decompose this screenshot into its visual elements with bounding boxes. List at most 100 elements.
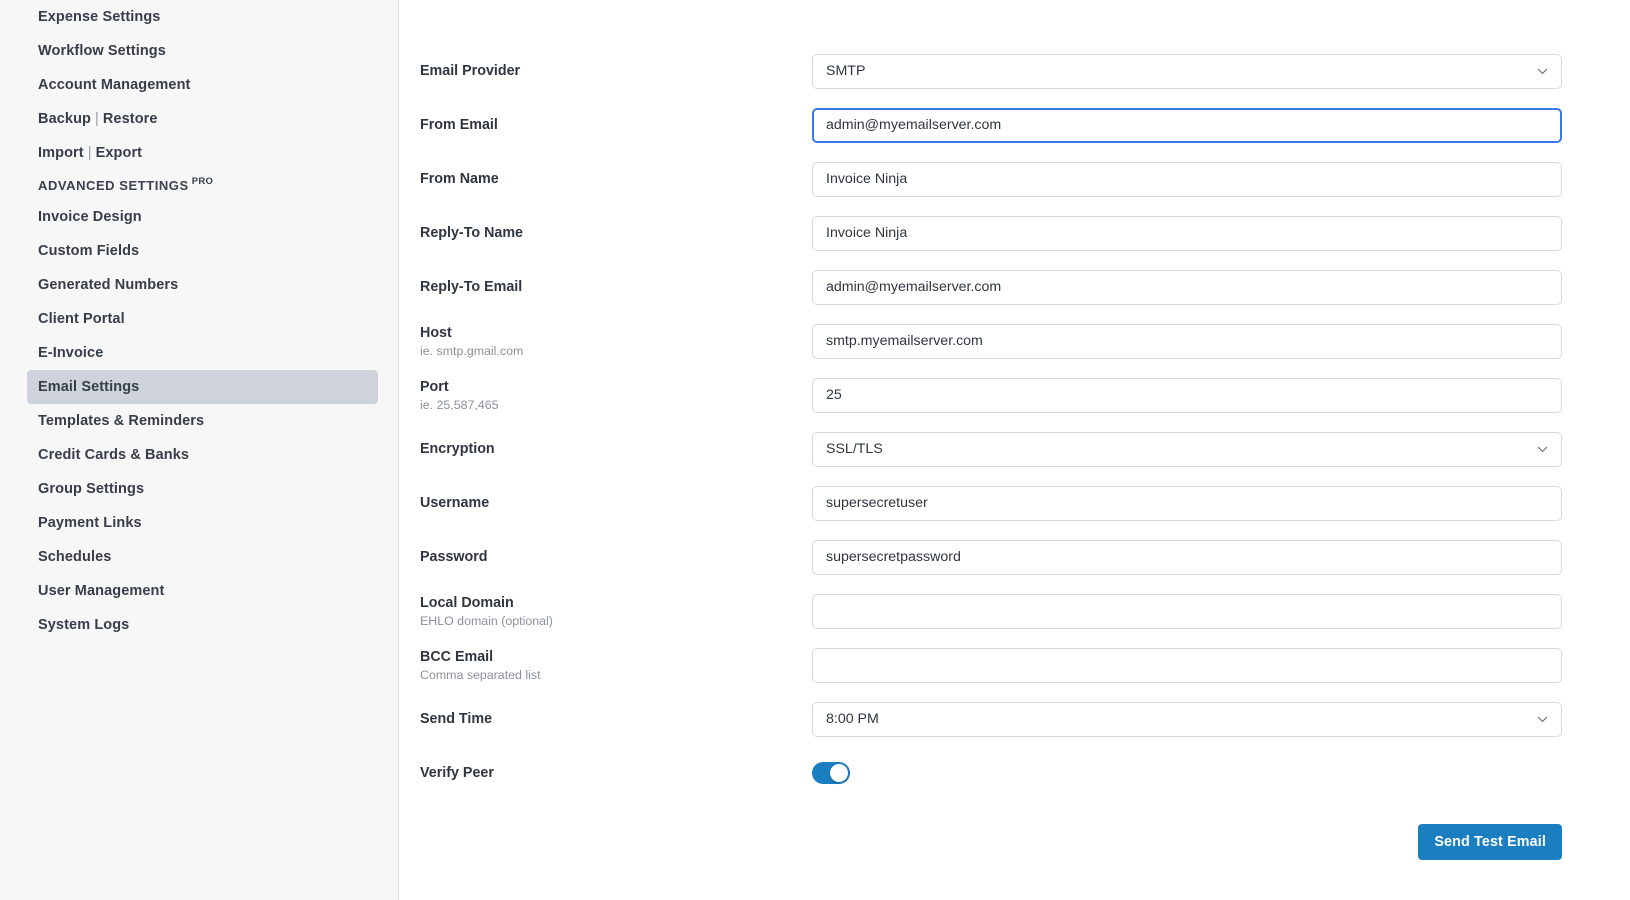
sidebar-item-expense-settings[interactable]: Expense Settings <box>27 0 378 34</box>
sidebar-item-client-portal[interactable]: Client Portal <box>27 302 378 336</box>
field-label: Encryption <box>420 440 796 458</box>
sidebar-item-label: Schedules <box>38 549 111 565</box>
app-root: Expense Settings Workflow Settings Account… <box>0 0 1630 900</box>
field-label: Reply-To Name <box>420 224 796 242</box>
sidebar-item-label: Backup|Restore <box>38 111 158 127</box>
password-input[interactable]: supersecretpassword <box>812 540 1562 575</box>
sidebar-item-e-invoice[interactable]: E-Invoice <box>27 336 378 370</box>
sidebar-item-custom-fields[interactable]: Custom Fields <box>27 234 378 268</box>
chevron-down-icon <box>1536 65 1549 78</box>
chevron-down-icon <box>1536 443 1549 456</box>
field-label-group: Email Provider <box>420 62 812 80</box>
from-name-input[interactable]: Invoice Ninja <box>812 162 1562 197</box>
sidebar-item-label: User Management <box>38 583 164 599</box>
sidebar-item-label: Generated Numbers <box>38 277 178 293</box>
pro-badge: PRO <box>192 176 214 187</box>
field-value: supersecretuser <box>826 495 928 511</box>
field-help-text: EHLO domain (optional) <box>420 613 796 629</box>
local-domain-input[interactable] <box>812 594 1562 629</box>
form-row-send-time: Send Time 8:00 PM <box>399 692 1630 746</box>
field-help-text: ie. smtp.gmail.com <box>420 343 796 359</box>
field-control: supersecretuser <box>812 486 1562 521</box>
field-value: 8:00 PM <box>826 711 879 727</box>
sidebar-item-label: Expense Settings <box>38 9 160 25</box>
sidebar-item-invoice-design[interactable]: Invoice Design <box>27 200 378 234</box>
field-label: Port <box>420 378 796 396</box>
field-control: smtp.myemailserver.com <box>812 324 1562 359</box>
field-label: Reply-To Email <box>420 278 796 296</box>
sidebar-item-generated-numbers[interactable]: Generated Numbers <box>27 268 378 302</box>
sidebar-item-credit-cards-banks[interactable]: Credit Cards & Banks <box>27 438 378 472</box>
chevron-down-icon <box>1536 713 1549 726</box>
sidebar-item-user-management[interactable]: User Management <box>27 574 378 608</box>
send-time-select[interactable]: 8:00 PM <box>812 702 1562 737</box>
field-value: admin@myemailserver.com <box>826 117 1001 133</box>
sidebar-top-group: Expense Settings Workflow Settings Account… <box>0 0 398 170</box>
send-test-email-button[interactable]: Send Test Email <box>1418 824 1562 860</box>
field-value: SSL/TLS <box>826 441 883 457</box>
toggle-knob <box>830 764 848 782</box>
form-row-password: Password supersecretpassword <box>399 530 1630 584</box>
field-label-group: Portie. 25,587,465 <box>420 378 812 413</box>
reply-to-email-input[interactable]: admin@myemailserver.com <box>812 270 1562 305</box>
field-control <box>812 594 1562 629</box>
sidebar-item-schedules[interactable]: Schedules <box>27 540 378 574</box>
sidebar-item-label: Custom Fields <box>38 243 139 259</box>
field-value: Invoice Ninja <box>826 225 907 241</box>
sidebar-item-system-logs[interactable]: System Logs <box>27 608 378 642</box>
form-row-verify-peer: Verify Peer <box>399 746 1630 800</box>
sidebar-item-label: Templates & Reminders <box>38 413 204 429</box>
form-row-bcc-email: BCC EmailComma separated list <box>399 638 1630 692</box>
sidebar-item-label: Workflow Settings <box>38 43 166 59</box>
field-control: admin@myemailserver.com <box>812 270 1562 305</box>
field-label: Password <box>420 548 796 566</box>
from-email-input[interactable]: admin@myemailserver.com <box>812 108 1562 143</box>
sidebar-item-label: Client Portal <box>38 311 125 327</box>
port-input[interactable]: 25 <box>812 378 1562 413</box>
separator-pipe: | <box>91 111 103 127</box>
separator-pipe: | <box>84 145 96 161</box>
verify-peer-toggle[interactable] <box>812 762 850 784</box>
sidebar-item-email-settings[interactable]: Email Settings <box>27 370 378 404</box>
field-control: Invoice Ninja <box>812 216 1562 251</box>
form-row-encryption: Encryption SSL/TLS <box>399 422 1630 476</box>
field-value: smtp.myemailserver.com <box>826 333 983 349</box>
field-label-group: From Email <box>420 116 812 134</box>
email-provider-select[interactable]: SMTP <box>812 54 1562 89</box>
form-row-username: Usernamesupersecretuser <box>399 476 1630 530</box>
sidebar-item-import-export[interactable]: Import|Export <box>27 136 378 170</box>
username-input[interactable]: supersecretuser <box>812 486 1562 521</box>
field-control <box>812 648 1562 683</box>
field-label: BCC Email <box>420 648 796 666</box>
bcc-email-input[interactable] <box>812 648 1562 683</box>
field-label-group: Reply-To Email <box>420 278 812 296</box>
field-label-group: Encryption <box>420 440 812 458</box>
sidebar-item-label: Payment Links <box>38 515 142 531</box>
field-help-text: ie. 25,587,465 <box>420 397 796 413</box>
field-control: SMTP <box>812 54 1562 89</box>
field-control: supersecretpassword <box>812 540 1562 575</box>
sidebar-item-label: E-Invoice <box>38 345 103 361</box>
field-control: 8:00 PM <box>812 702 1562 737</box>
sidebar-item-payment-links[interactable]: Payment Links <box>27 506 378 540</box>
sidebar-item-account-management[interactable]: Account Management <box>27 68 378 102</box>
field-help-text: Comma separated list <box>420 667 796 683</box>
sidebar-item-backup-restore[interactable]: Backup|Restore <box>27 102 378 136</box>
form-row-reply-to-name: Reply-To Name Invoice Ninja <box>399 206 1630 260</box>
field-label: From Email <box>420 116 796 134</box>
field-control: Invoice Ninja <box>812 162 1562 197</box>
encryption-select[interactable]: SSL/TLS <box>812 432 1562 467</box>
sidebar-section-title: ADVANCED SETTINGS <box>38 178 189 193</box>
field-label: Email Provider <box>420 62 796 80</box>
reply-to-name-input[interactable]: Invoice Ninja <box>812 216 1562 251</box>
field-value: Invoice Ninja <box>826 171 907 187</box>
host-input[interactable]: smtp.myemailserver.com <box>812 324 1562 359</box>
field-value: supersecretpassword <box>826 549 961 565</box>
sidebar-item-templates-reminders[interactable]: Templates & Reminders <box>27 404 378 438</box>
sidebar-item-group-settings[interactable]: Group Settings <box>27 472 378 506</box>
form-row-email-provider: Email Provider SMTP <box>399 44 1630 98</box>
field-label: Send Time <box>420 710 796 728</box>
field-value: SMTP <box>826 63 865 79</box>
form-row-host: Hostie. smtp.gmail.comsmtp.myemailserver… <box>399 314 1630 368</box>
sidebar-item-workflow-settings[interactable]: Workflow Settings <box>27 34 378 68</box>
